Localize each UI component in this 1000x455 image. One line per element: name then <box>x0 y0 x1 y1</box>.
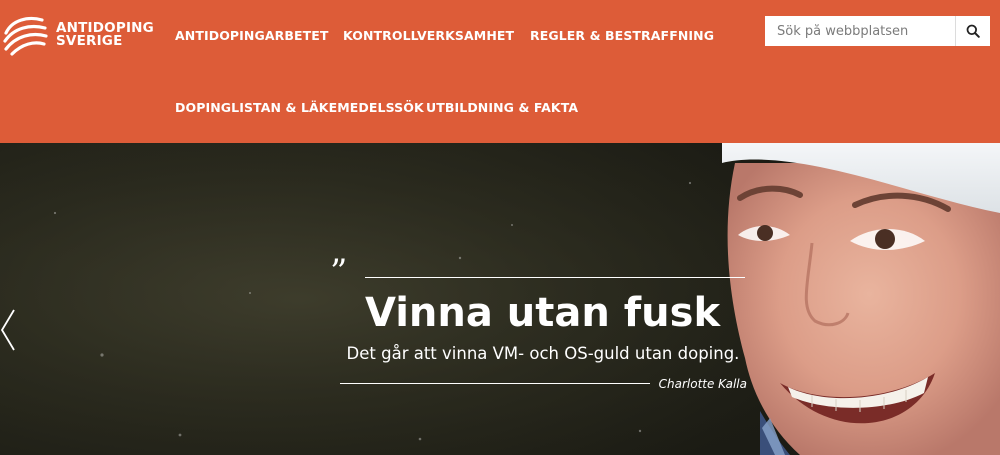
brand-name-line2: SVERIGE <box>56 33 123 49</box>
nav-item-dopinglistan-lakemedelssok[interactable]: DOPINGLISTAN & LÄKEMEDELSSÖK <box>175 100 424 115</box>
carousel-prev-button[interactable] <box>0 308 16 352</box>
quote-mark: ” <box>330 252 348 292</box>
brand-name: ANTIDOPING SVERIGE <box>56 21 154 49</box>
nav-item-regler-bestraffning[interactable]: REGLER & BESTRAFFNING <box>530 28 714 43</box>
search-input[interactable] <box>765 16 955 46</box>
chevron-left-icon <box>0 309 15 351</box>
quote-author: Charlotte Kalla <box>658 377 747 391</box>
nav-item-antidopingarbetet[interactable]: ANTIDOPINGARBETET <box>175 28 329 43</box>
hero-carousel: ” Vinna utan fusk Det går att vinna VM- … <box>0 143 1000 455</box>
site-logo-link[interactable]: ANTIDOPING SVERIGE <box>2 14 162 56</box>
nav-item-kontrollverksamhet[interactable]: KONTROLLVERKSAMHET <box>343 28 514 43</box>
antidoping-sverige-logo-icon <box>3 16 48 56</box>
hero-headline: Vinna utan fusk <box>364 290 721 336</box>
search-form <box>765 16 990 46</box>
search-icon <box>966 24 980 38</box>
search-button[interactable] <box>955 16 990 46</box>
quote-divider-bottom <box>340 383 650 384</box>
quote-divider-top <box>365 277 745 278</box>
nav-item-utbildning-fakta[interactable]: UTBILDNING & FAKTA <box>426 100 578 115</box>
hero-quote-text: Det går att vinna VM- och OS-guld utan d… <box>346 344 740 363</box>
site-header: ANTIDOPING SVERIGE ANTIDOPINGARBETET KON… <box>0 0 1000 143</box>
